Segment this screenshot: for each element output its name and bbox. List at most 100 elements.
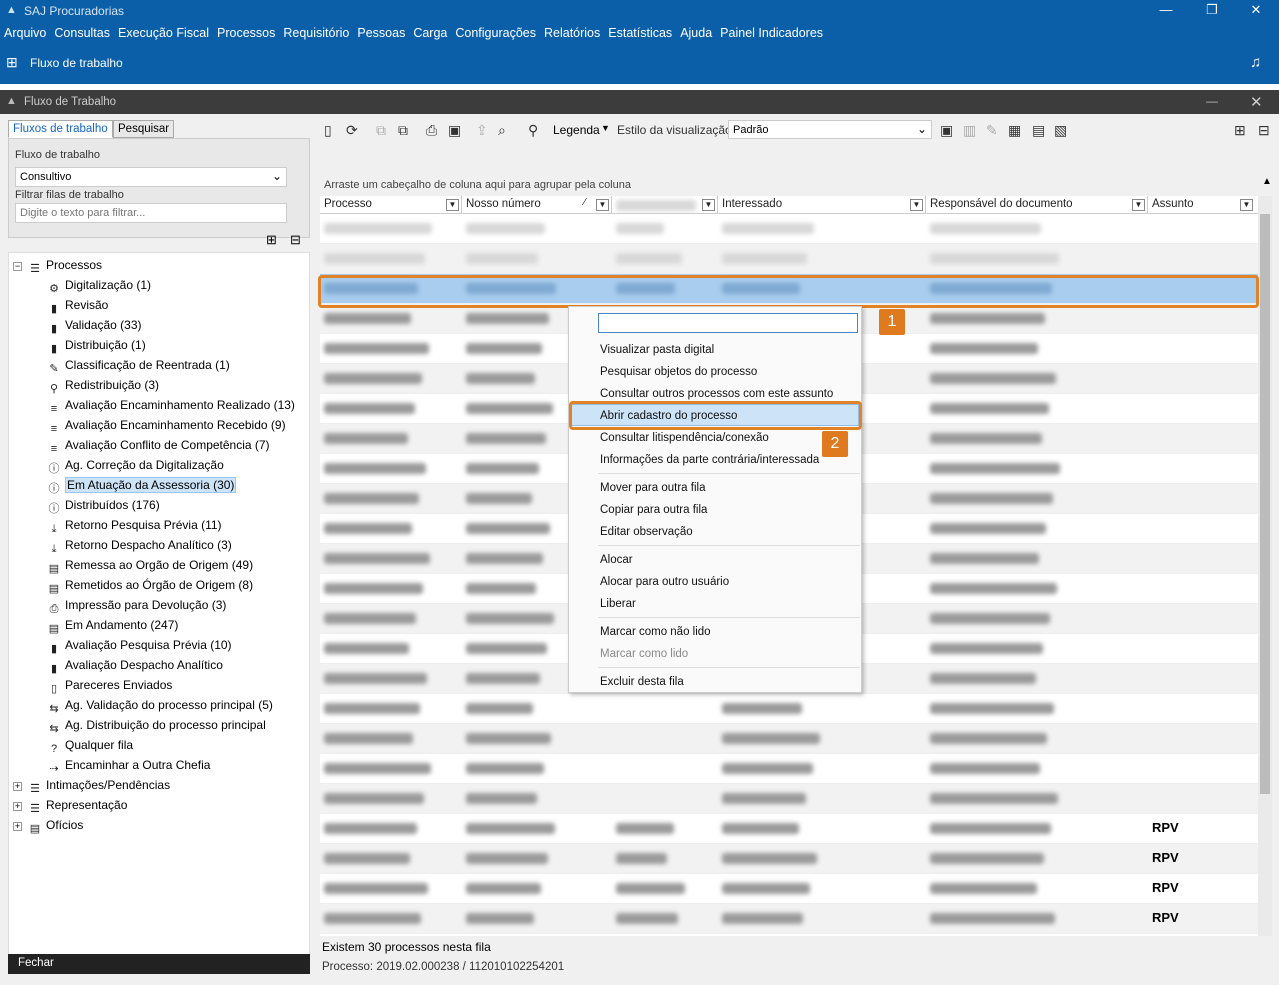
view-style-select[interactable]: Padrão ⌄: [728, 120, 932, 139]
tab-fluxos[interactable]: Fluxos de trabalho: [8, 120, 113, 138]
context-menu-item[interactable]: Liberar: [600, 598, 636, 610]
context-menu-item[interactable]: Marcar como não lido: [600, 626, 711, 638]
minimize-icon[interactable]: —: [1146, 0, 1186, 22]
search-icon[interactable]: ⌕: [498, 122, 506, 139]
window-close-icon[interactable]: ✕: [1250, 93, 1263, 111]
table-row[interactable]: [320, 244, 1258, 274]
expand-icon[interactable]: +: [13, 802, 22, 811]
tree-item[interactable]: ⤓ Retorno Despacho Analítico (3): [47, 536, 232, 556]
context-menu-item[interactable]: Excluir desta fila: [600, 676, 684, 688]
context-menu-item[interactable]: Editar observação: [600, 526, 693, 538]
tree-item[interactable]: ▤ Remessa ao Orgão de Origem (49): [47, 556, 253, 576]
column-blurred[interactable]: ▼: [612, 196, 718, 214]
window-minimize-icon[interactable]: —: [1206, 94, 1218, 108]
new-icon[interactable]: ▯: [324, 122, 332, 139]
close-icon[interactable]: ✕: [1236, 0, 1276, 22]
grid-expand-icon[interactable]: ⊞: [1234, 122, 1246, 139]
legend-button[interactable]: Legenda: [553, 123, 600, 137]
menu-consultas[interactable]: Consultas: [50, 22, 114, 44]
table-row[interactable]: [320, 214, 1258, 244]
filter-dropdown-icon[interactable]: ▼: [1132, 199, 1145, 211]
tree-item[interactable]: ⇢ Encaminhar a Outra Chefia: [47, 756, 210, 776]
expand-icon[interactable]: +: [13, 822, 22, 831]
tree-item[interactable]: ⇆ Ag. Distribuição do processo principal: [47, 716, 265, 736]
context-menu-item[interactable]: Alocar para outro usuário: [600, 576, 729, 588]
restore-icon[interactable]: ❐: [1192, 0, 1232, 22]
context-menu-item[interactable]: Alocar: [600, 554, 633, 566]
tree-expand-icon[interactable]: ⊞: [266, 232, 277, 248]
column-nosso-numero[interactable]: Nosso número ⁄ ▼: [462, 196, 612, 214]
tree-item[interactable]: ▮ Avaliação Despacho Analítico: [47, 656, 223, 676]
table-row[interactable]: RPV: [320, 814, 1258, 844]
tree-item[interactable]: ▮ Avaliação Pesquisa Prévia (10): [47, 636, 232, 656]
bell-icon[interactable]: ♫: [1250, 54, 1261, 71]
save-icon[interactable]: ▣: [448, 122, 461, 139]
report-icon[interactable]: ▤: [1032, 122, 1045, 139]
person-icon[interactable]: ⚲: [528, 122, 538, 139]
tree-item[interactable]: ▤ Em Andamento (247): [47, 616, 179, 636]
tree-item[interactable]: ▯ Pareceres Enviados: [47, 676, 172, 696]
tree-item[interactable]: ⚲ Redistribuição (3): [47, 376, 159, 396]
workflow-toolbar-button[interactable]: Fluxo de trabalho: [30, 56, 123, 70]
filter-dropdown-icon[interactable]: ▼: [702, 199, 715, 211]
grid-collapse-icon[interactable]: ⊟: [1258, 122, 1270, 139]
refresh-icon[interactable]: ⟳: [346, 122, 358, 139]
excel-icon[interactable]: ▦: [1008, 122, 1021, 139]
tree-root-processos[interactable]: − ☰ Processos: [13, 256, 102, 276]
menu-pessoas[interactable]: Pessoas: [353, 22, 409, 44]
menu-configuracoes[interactable]: Configurações: [451, 22, 540, 44]
column-responsavel[interactable]: Responsável do documento ▼: [926, 196, 1148, 214]
context-menu-item[interactable]: Visualizar pasta digital: [600, 344, 714, 356]
tree-item[interactable]: ▮ Revisão: [47, 296, 108, 316]
menu-carga[interactable]: Carga: [409, 22, 451, 44]
column-assunto[interactable]: Assunto ▼: [1148, 196, 1258, 214]
context-menu-item[interactable]: Copiar para outra fila: [600, 504, 707, 516]
close-button[interactable]: Fechar: [8, 954, 310, 974]
table-row[interactable]: RPV: [320, 844, 1258, 874]
filter-dropdown-icon[interactable]: ▼: [446, 199, 459, 211]
tree-item[interactable]: ▤ Remetidos ao Órgão de Origem (8): [47, 576, 253, 596]
tree-item[interactable]: ≡ Avaliação Encaminhamento Recebido (9): [47, 416, 286, 436]
column-processo[interactable]: Processo ▼: [320, 196, 462, 214]
context-menu-item[interactable]: Informações da parte contrária/interessa…: [600, 454, 819, 466]
menu-execucao-fiscal[interactable]: Execução Fiscal: [114, 22, 213, 44]
context-menu-item[interactable]: Consultar litispendência/conexão: [600, 432, 769, 444]
collapse-icon[interactable]: −: [13, 262, 22, 271]
scrollbar-thumb[interactable]: [1260, 214, 1270, 794]
tree-intimacoes[interactable]: + ☰ Intimações/Pendências: [13, 776, 170, 796]
tree-item[interactable]: ⓘ Em Atuação da Assessoria (30): [47, 476, 237, 496]
table-row[interactable]: [320, 724, 1258, 754]
tree-representacao[interactable]: + ☰ Representação: [13, 796, 127, 816]
table-row[interactable]: RPV: [320, 904, 1258, 934]
filter-dropdown-icon[interactable]: ▼: [596, 199, 609, 211]
tab-pesquisar[interactable]: Pesquisar: [113, 120, 175, 138]
menu-painel-indicadores[interactable]: Painel Indicadores: [716, 22, 827, 44]
filter-input[interactable]: [15, 203, 287, 223]
group-by-hint[interactable]: Arraste um cabeçalho de coluna aqui para…: [320, 174, 1258, 196]
menu-arquivo[interactable]: Arquivo: [0, 22, 50, 44]
context-menu-item[interactable]: Pesquisar objetos do processo: [600, 366, 757, 378]
menu-ajuda[interactable]: Ajuda: [676, 22, 716, 44]
print-icon[interactable]: ⎙: [426, 122, 437, 139]
flow-select[interactable]: Consultivo ⌄: [15, 167, 287, 187]
tree-item[interactable]: ≡ Avaliação Encaminhamento Realizado (13): [47, 396, 295, 416]
menu-estatisticas[interactable]: Estatísticas: [604, 22, 676, 44]
tree-item[interactable]: ✎ Classificação de Reentrada (1): [47, 356, 229, 376]
table-row[interactable]: [320, 754, 1258, 784]
layout-icon[interactable]: ▧: [1054, 122, 1067, 139]
tree-item[interactable]: ? Qualquer fila: [47, 736, 133, 756]
context-menu-item[interactable]: Mover para outra fila: [600, 482, 705, 494]
tree-item[interactable]: ▮ Distribuição (1): [47, 336, 146, 356]
tree-item[interactable]: ⤓ Retorno Pesquisa Prévia (11): [47, 516, 222, 536]
table-row[interactable]: [320, 694, 1258, 724]
workflow-icon[interactable]: ⊞: [6, 54, 18, 71]
tree-collapse-icon[interactable]: ⊟: [290, 232, 301, 248]
tree-item[interactable]: ⓘ Distribuídos (176): [47, 496, 160, 516]
tree-item[interactable]: ▮ Validação (33): [47, 316, 142, 336]
tree-item[interactable]: ≡ Avaliação Conflito de Competência (7): [47, 436, 270, 456]
scroll-up-icon[interactable]: ▲: [1262, 176, 1272, 187]
menu-processos[interactable]: Processos: [213, 22, 279, 44]
menu-requisitorio[interactable]: Requisitório: [279, 22, 353, 44]
expand-icon[interactable]: +: [13, 782, 22, 791]
filter-dropdown-icon[interactable]: ▼: [910, 199, 923, 211]
